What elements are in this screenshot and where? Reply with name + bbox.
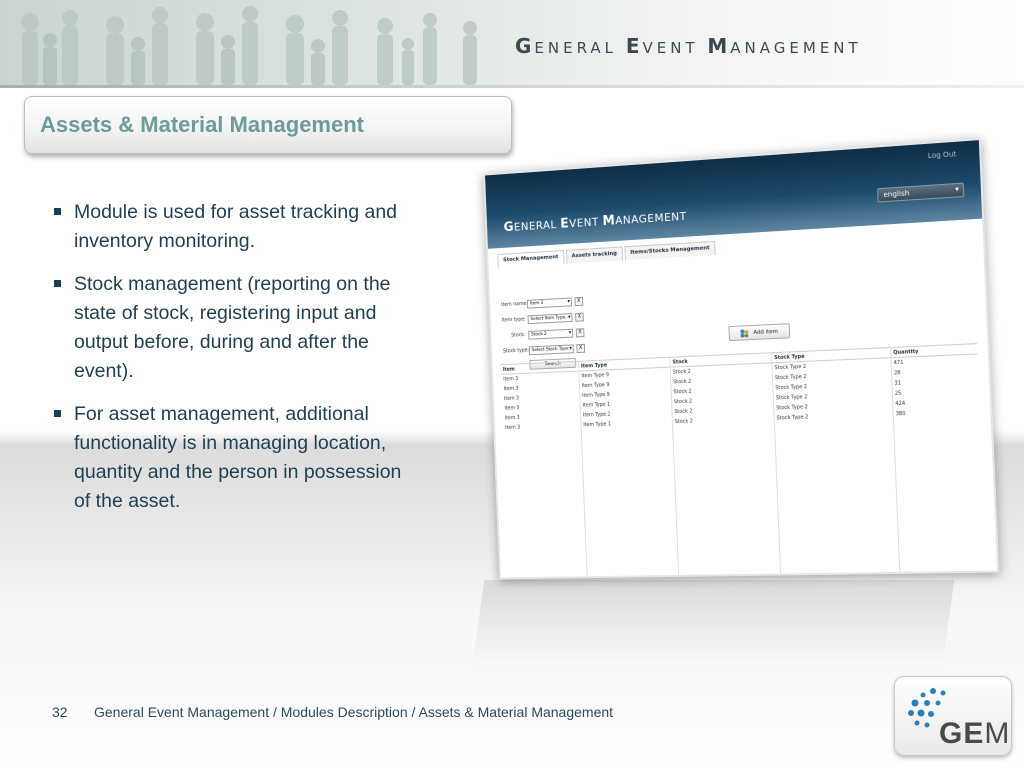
cell-item-type: Item Type 1	[583, 421, 612, 429]
brand-word-general: ENERAL	[534, 39, 618, 57]
brand-title: GENERAL EVENT MANAGEMENT	[515, 34, 862, 58]
screenshot-reflection	[471, 580, 955, 670]
tab-items-stocks-management[interactable]: Items/Stocks Management	[624, 240, 716, 261]
logo-letters-ge: GE	[939, 717, 985, 750]
stock-value: Stock 2	[531, 331, 547, 338]
item-name-select[interactable]: Item 3 ▾	[526, 297, 572, 309]
page-number: 32	[52, 704, 68, 720]
logo-letter-m: M	[984, 717, 1011, 750]
app-title-word-management: ANAGEMENT	[615, 209, 687, 228]
clear-item-type-button[interactable]: X	[575, 312, 584, 322]
add-item-button[interactable]: Add item	[728, 323, 791, 342]
app-title-word-general: ENERAL	[513, 217, 561, 234]
item-type-label: Item type:	[501, 316, 526, 324]
bullet-item: Module is used for asset tracking and in…	[52, 198, 412, 256]
clear-item-name-button[interactable]: X	[574, 296, 584, 306]
filter-form: Item name: Item 3 ▾ X Item type: Select I…	[501, 294, 586, 371]
bullet-item: For asset management, additional functio…	[52, 400, 412, 516]
users-icon	[740, 328, 749, 338]
stock-table: Item Item Type Stock Stock Type Quantity…	[499, 343, 987, 578]
filter-row-item-type: Item type: Select Item Type... ▾ X	[502, 310, 584, 328]
clear-stock-button[interactable]: X	[575, 327, 585, 337]
tab-stock-management[interactable]: Stock Management	[497, 250, 565, 268]
chevron-down-icon: ▾	[568, 313, 571, 320]
stock-label: Stock:	[511, 332, 526, 339]
bullet-square-icon	[54, 410, 61, 417]
bullet-list: Module is used for asset tracking and in…	[52, 198, 412, 530]
chevron-down-icon: ▾	[568, 329, 572, 336]
stock-type-value: Select Stock Type...	[531, 345, 573, 353]
item-type-value: Select Item Type...	[530, 314, 570, 322]
stock-select[interactable]: Stock 2 ▾	[528, 328, 574, 340]
slide-footer: 32 General Event Management / Modules Des…	[52, 704, 613, 720]
app-title: GENERAL EVENT MANAGEMENT	[503, 209, 687, 235]
app-header: Log Out english ▾ GENERAL EVENT MANAGEME…	[485, 140, 983, 249]
header-banner: GENERAL EVENT MANAGEMENT	[0, 0, 1024, 85]
app-screenshot: Log Out english ▾ GENERAL EVENT MANAGEME…	[483, 137, 1000, 580]
slide-title-box: Assets & Material Management	[24, 96, 512, 154]
brand-word-management: ANAGEMENT	[730, 39, 862, 57]
chevron-down-icon: ▾	[567, 298, 571, 305]
bullet-square-icon	[54, 208, 61, 215]
add-item-label: Add item	[753, 328, 779, 336]
filter-row-stock: Stock: Stock 2 ▾ X	[502, 325, 585, 343]
tab-assets-tracking[interactable]: Assets tracking	[565, 246, 623, 264]
language-select[interactable]: english ▾	[877, 182, 965, 203]
chevron-down-icon: ▾	[954, 184, 959, 194]
brand-word-event: VENT	[642, 39, 699, 57]
language-value: english	[883, 189, 910, 200]
clear-stock-type-button[interactable]: X	[576, 343, 586, 353]
gem-logo: GEM	[894, 676, 1012, 756]
slide-title: Assets & Material Management	[40, 112, 364, 137]
logo-wordmark: GEM	[939, 717, 1010, 751]
bullet-text: Stock management (reporting on the state…	[74, 273, 391, 382]
cell-quantity: 380	[895, 410, 906, 418]
filter-row-stock-type: Stock type: Select Stock Type... ▾ X	[502, 341, 586, 358]
banner-divider	[0, 85, 1024, 88]
item-type-select[interactable]: Select Item Type... ▾	[527, 312, 573, 324]
bullet-square-icon	[54, 280, 61, 287]
brand-letter-e: E	[625, 34, 643, 58]
footer-breadcrumb: General Event Management / Modules Descr…	[94, 704, 614, 720]
crowd-silhouette-image	[21, 6, 477, 85]
chevron-down-icon: ▾	[569, 344, 572, 351]
cell-item: Item 3	[505, 424, 521, 431]
stock-type-label: Stock type:	[502, 347, 530, 355]
item-name-value: Item 3	[529, 300, 544, 307]
logout-link[interactable]: Log Out	[928, 150, 957, 160]
brand-letter-g: G	[515, 34, 535, 58]
brand-letter-m: M	[707, 34, 731, 58]
bullet-text: For asset management, additional functio…	[74, 403, 402, 512]
app-window: Log Out english ▾ GENERAL EVENT MANAGEME…	[483, 137, 1000, 580]
bullet-item: Stock management (reporting on the state…	[52, 270, 412, 386]
stock-type-select[interactable]: Select Stock Type... ▾	[528, 343, 574, 355]
app-title-letter-m: M	[602, 213, 616, 229]
bullet-text: Module is used for asset tracking and in…	[74, 201, 398, 252]
item-name-label: Item name:	[501, 300, 528, 309]
app-title-word-event: VENT	[568, 215, 603, 231]
